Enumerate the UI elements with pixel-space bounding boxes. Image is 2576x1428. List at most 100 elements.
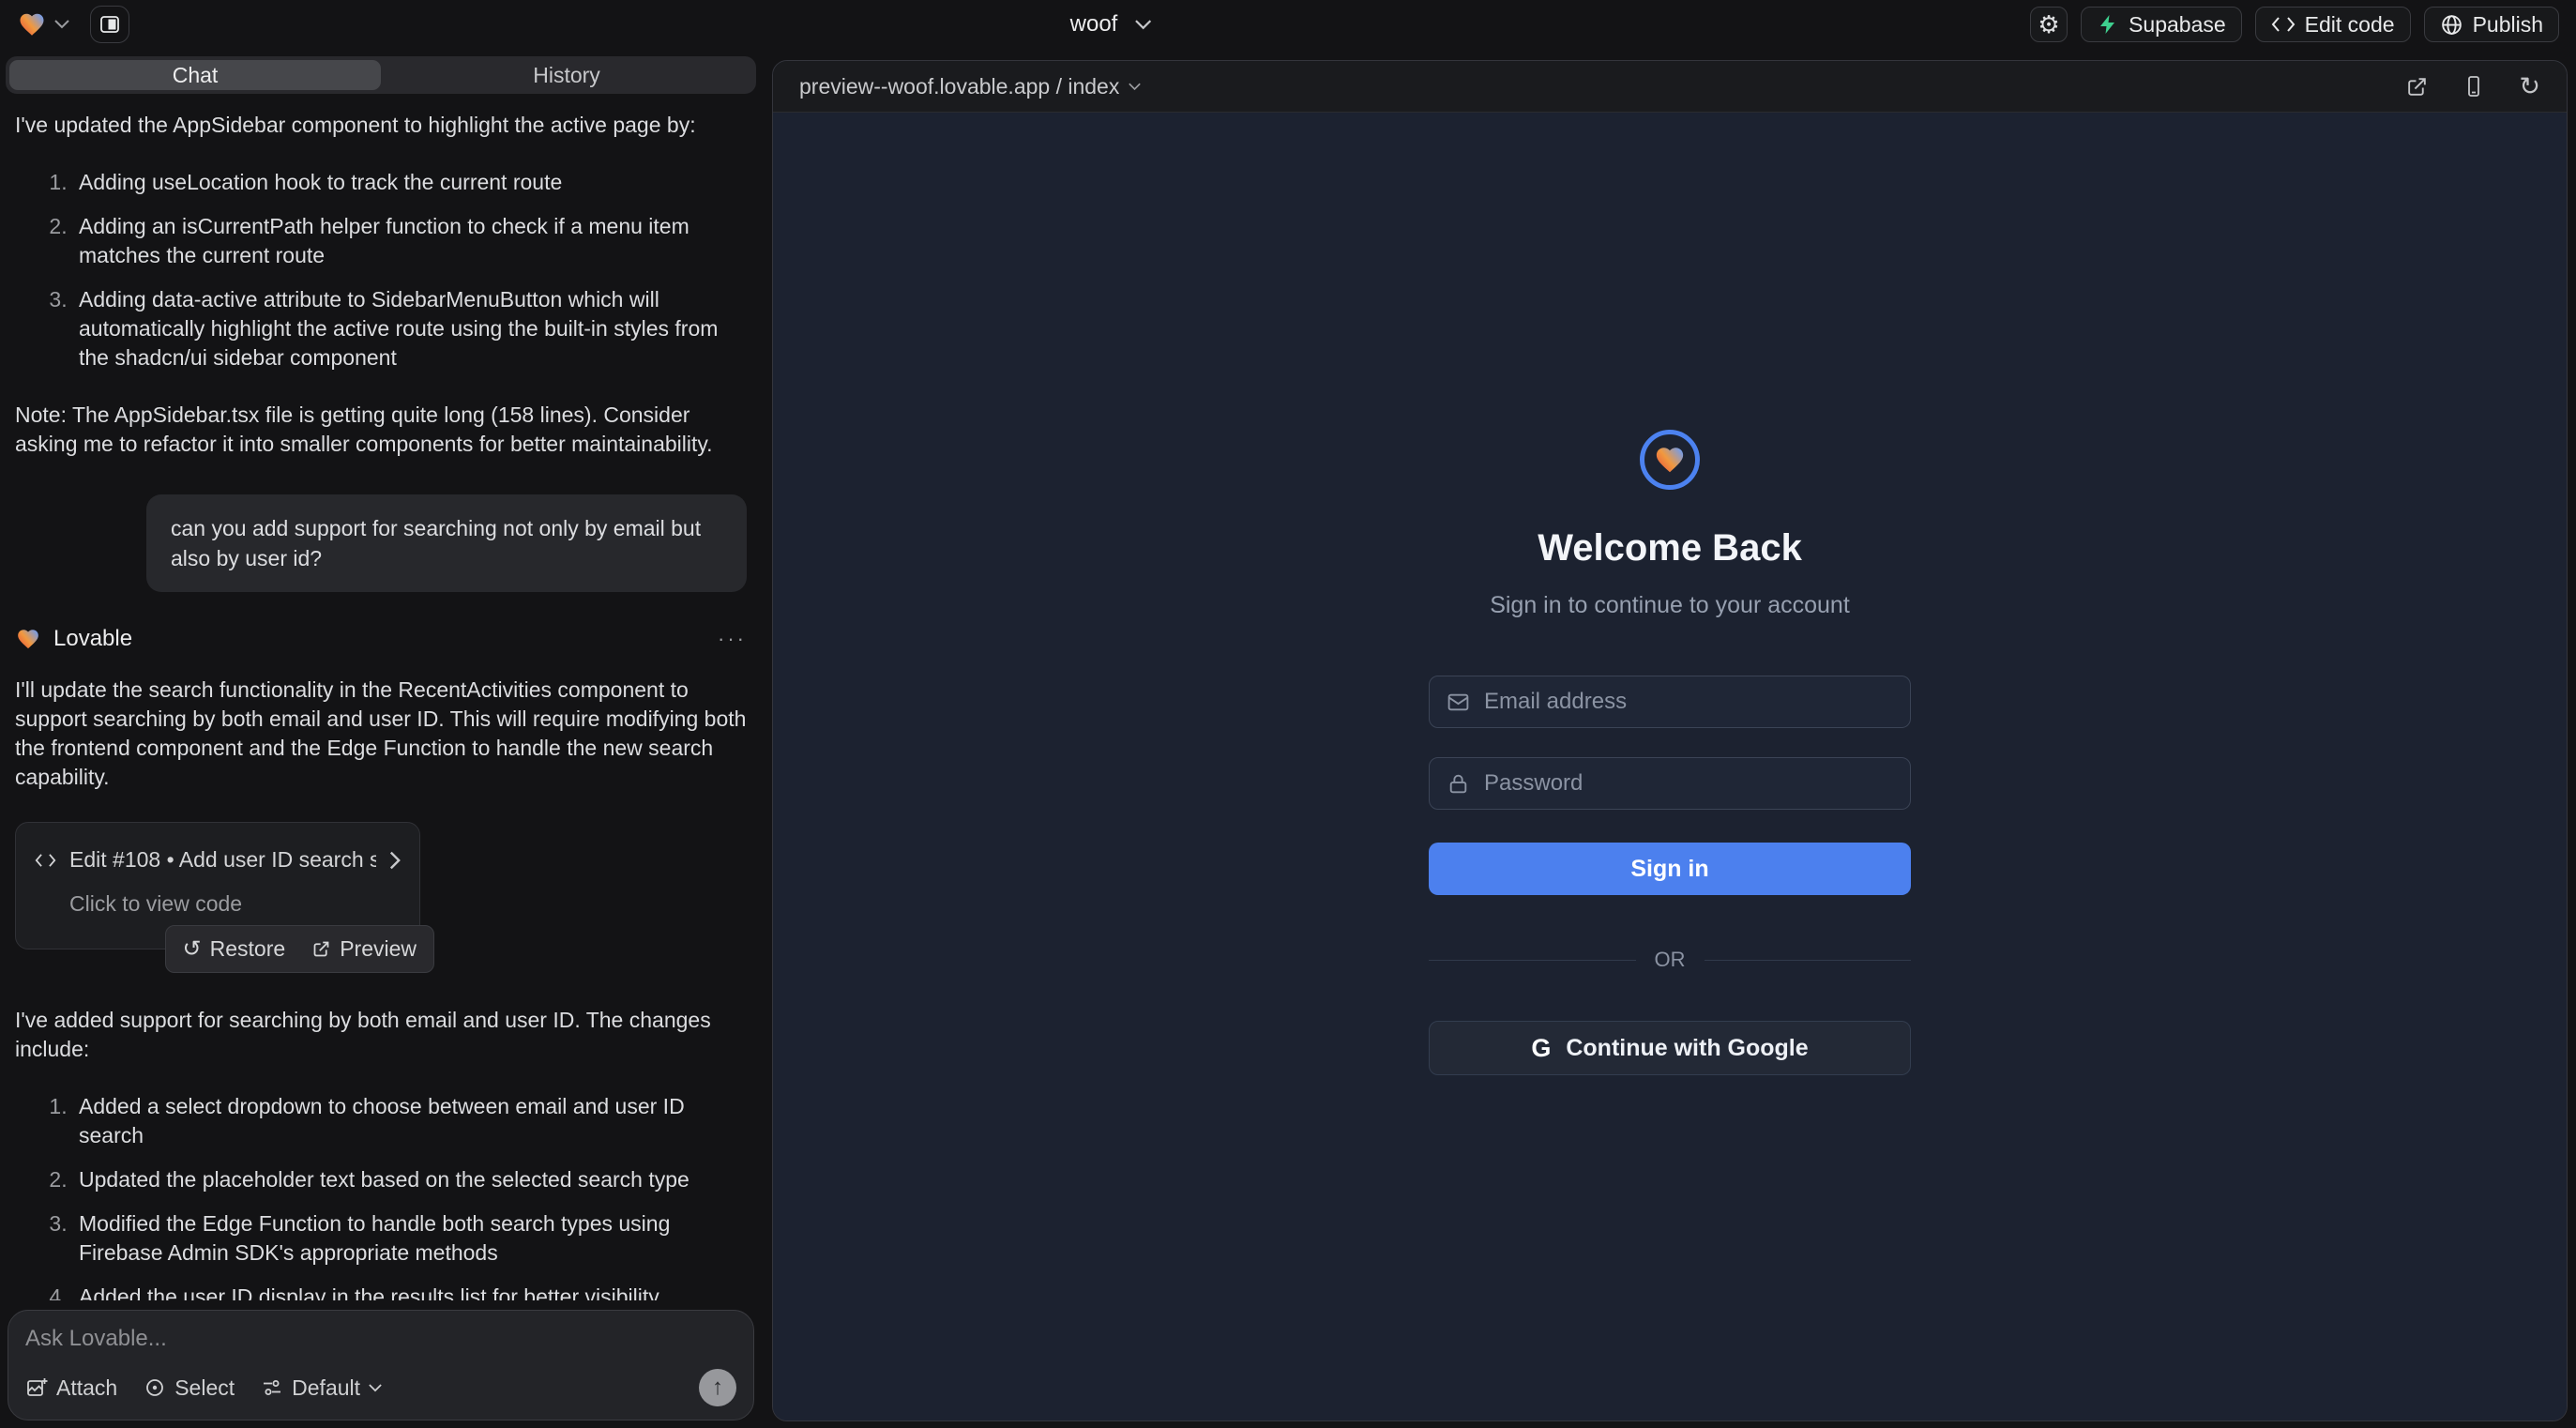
divider-line xyxy=(1705,960,1912,961)
preview-header-actions: ↻ xyxy=(2405,72,2540,101)
edit-card-header[interactable]: Edit #108 • Add user ID search supp... xyxy=(35,845,401,874)
project-name: woof xyxy=(1070,11,1118,38)
assistant-message-body: I've added support for searching by both… xyxy=(15,1006,747,1064)
sign-in-button[interactable]: Sign in xyxy=(1429,843,1911,895)
restore-button[interactable]: ↺ Restore xyxy=(183,934,286,964)
mode-selector[interactable]: Default xyxy=(261,1375,382,1401)
edit-code-button[interactable]: Edit code xyxy=(2255,7,2411,42)
message-menu-icon[interactable]: ··· xyxy=(718,624,747,653)
app-logo xyxy=(1640,430,1700,490)
attach-button[interactable]: Attach xyxy=(25,1375,117,1401)
chat-scroll-area[interactable]: I've updated the AppSidebar component to… xyxy=(0,94,762,1300)
target-icon xyxy=(144,1376,166,1399)
preview-app: Welcome Back Sign in to continue to your… xyxy=(773,113,2567,1420)
project-switcher[interactable]: woof xyxy=(1070,11,1152,38)
user-message-bubble: can you add support for searching not on… xyxy=(146,494,747,592)
arrow-up-icon: ↑ xyxy=(712,1375,723,1401)
topbar: woof ⚙ Supabase Edit code Publish xyxy=(0,0,2576,49)
chevron-down-icon xyxy=(1129,83,1141,91)
toggle-sidebar-button[interactable] xyxy=(90,6,129,43)
globe-icon xyxy=(2440,13,2463,37)
or-divider: OR xyxy=(1429,948,1911,972)
supabase-button[interactable]: Supabase xyxy=(2081,7,2242,42)
tab-chat[interactable]: Chat xyxy=(9,60,381,90)
external-link-icon xyxy=(311,939,331,959)
publish-button[interactable]: Publish xyxy=(2424,7,2559,42)
heart-icon xyxy=(1653,444,1687,476)
composer-input[interactable] xyxy=(25,1326,736,1360)
list-item: Added a select dropdown to choose betwee… xyxy=(73,1092,747,1150)
list-item: Adding an isCurrentPath helper function … xyxy=(73,212,747,270)
composer-toolbar: Attach Select Default xyxy=(25,1369,736,1406)
assistant-list: Adding useLocation hook to track the cur… xyxy=(15,168,747,372)
topbar-actions: ⚙ Supabase Edit code Publish xyxy=(2030,7,2559,42)
assistant-name: Lovable xyxy=(53,624,132,653)
password-input[interactable] xyxy=(1484,770,1893,797)
list-item: Added the user ID display in the results… xyxy=(73,1283,747,1300)
composer: Attach Select Default xyxy=(8,1310,754,1420)
tab-history[interactable]: History xyxy=(381,60,752,90)
page-title: Welcome Back xyxy=(1538,527,1802,570)
lovable-heart-icon xyxy=(15,627,41,651)
list-item: Adding useLocation hook to track the cur… xyxy=(73,168,747,197)
assistant-list: Added a select dropdown to choose betwee… xyxy=(15,1092,747,1300)
supabase-label: Supabase xyxy=(2129,12,2226,38)
chevron-down-icon xyxy=(369,1384,382,1392)
preview-panel: preview--woof.lovable.app / index ↻ xyxy=(772,60,2568,1421)
preview-url-selector[interactable]: preview--woof.lovable.app / index xyxy=(799,74,1141,99)
email-field[interactable] xyxy=(1429,676,1911,728)
divider-label: OR xyxy=(1655,948,1686,972)
main-layout: Chat History I've updated the AppSidebar… xyxy=(0,49,2576,1428)
sliders-icon xyxy=(261,1376,283,1399)
assistant-header: Lovable ··· xyxy=(15,624,747,653)
edit-card[interactable]: Edit #108 • Add user ID search supp... C… xyxy=(15,822,420,949)
chat-history-tabs: Chat History xyxy=(6,56,756,94)
open-in-new-tab-button[interactable] xyxy=(2405,75,2429,99)
list-item: Updated the placeholder text based on th… xyxy=(73,1165,747,1194)
preview-button[interactable]: Preview xyxy=(311,934,417,964)
list-item: Modified the Edge Function to handle bot… xyxy=(73,1209,747,1268)
divider-line xyxy=(1429,960,1636,961)
select-element-button[interactable]: Select xyxy=(144,1375,235,1401)
preview-url: preview--woof.lovable.app / index xyxy=(799,74,1119,99)
lock-icon xyxy=(1447,772,1470,796)
panel-left-icon xyxy=(98,13,121,36)
refresh-icon: ↻ xyxy=(2519,72,2540,101)
list-item: Adding data-active attribute to SidebarM… xyxy=(73,285,747,372)
edit-card-subtitle: Click to view code xyxy=(69,889,401,919)
refresh-button[interactable]: ↻ xyxy=(2519,72,2540,101)
edit-code-label: Edit code xyxy=(2305,12,2395,38)
settings-button[interactable]: ⚙ xyxy=(2030,7,2068,42)
google-icon: G xyxy=(1531,1034,1551,1063)
mode-label: Default xyxy=(292,1375,360,1401)
chevron-down-icon xyxy=(1134,20,1151,30)
lovable-menu[interactable] xyxy=(17,10,69,38)
password-field[interactable] xyxy=(1429,757,1911,810)
chat-panel: Chat History I've updated the AppSidebar… xyxy=(0,49,762,1428)
restore-icon: ↺ xyxy=(183,938,202,961)
chevron-right-icon xyxy=(389,851,401,870)
google-sign-in-button[interactable]: G Continue with Google xyxy=(1429,1021,1911,1075)
chevron-down-icon xyxy=(54,20,69,29)
page-subtitle: Sign in to continue to your account xyxy=(1490,592,1850,619)
email-input[interactable] xyxy=(1484,689,1893,715)
attach-label: Attach xyxy=(56,1375,117,1401)
assistant-note: Note: The AppSidebar.tsx file is getting… xyxy=(15,401,747,459)
code-icon xyxy=(2271,14,2296,35)
preview-label: Preview xyxy=(340,934,417,964)
send-button[interactable]: ↑ xyxy=(699,1369,736,1406)
edit-card-title: Edit #108 • Add user ID search supp... xyxy=(69,845,376,874)
assistant-message-intro: I've updated the AppSidebar component to… xyxy=(15,111,747,140)
envelope-icon xyxy=(1447,691,1470,714)
restore-label: Restore xyxy=(210,934,286,964)
lovable-heart-icon xyxy=(17,10,47,38)
supabase-bolt-icon xyxy=(2097,13,2119,36)
mobile-view-button[interactable] xyxy=(2462,74,2485,99)
gear-icon: ⚙ xyxy=(2038,10,2059,39)
edit-card-actions: ↺ Restore Preview xyxy=(165,925,434,973)
image-plus-icon xyxy=(25,1376,48,1399)
select-label: Select xyxy=(174,1375,235,1401)
publish-label: Publish xyxy=(2473,12,2543,38)
code-icon xyxy=(35,851,56,870)
assistant-message-intro: I'll update the search functionality in … xyxy=(15,676,747,792)
